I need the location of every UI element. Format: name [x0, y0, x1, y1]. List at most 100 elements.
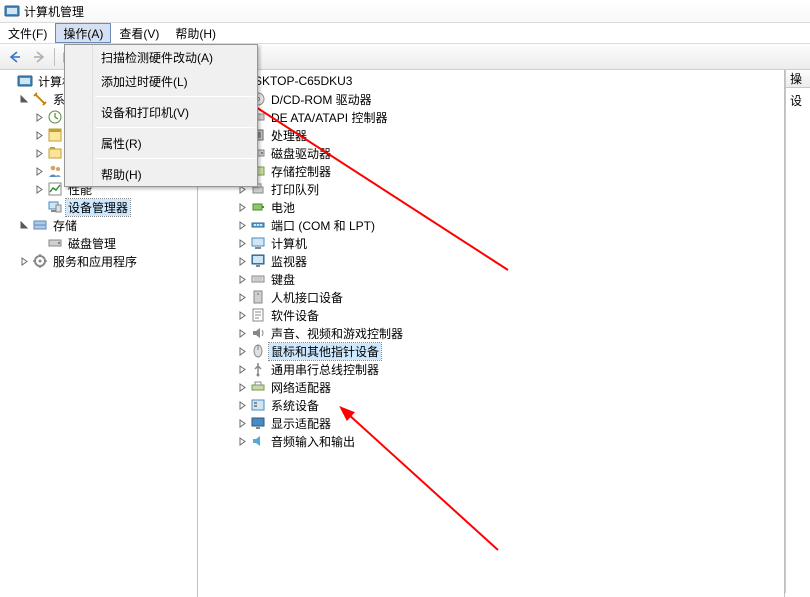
device-label: 声音、视频和游戏控制器 [269, 325, 405, 342]
tree-device-manager[interactable]: 设备管理器 [0, 198, 197, 216]
device-label: DE ATA/ATAPI 控制器 [269, 109, 389, 126]
device-monitors[interactable]: 监视器 [198, 252, 784, 270]
tree-label: 磁盘管理 [66, 235, 118, 252]
menu-view[interactable]: 查看(V) [111, 23, 167, 43]
device-network[interactable]: 网络适配器 [198, 378, 784, 396]
expander-icon[interactable] [235, 239, 250, 248]
device-system[interactable]: 系统设备 [198, 396, 784, 414]
computer-management-icon [17, 73, 33, 89]
expander-icon[interactable] [235, 383, 250, 392]
menu-help[interactable]: 帮助(H) [167, 23, 224, 43]
expander-icon[interactable] [235, 311, 250, 320]
usb-icon [250, 361, 266, 377]
battery-icon [250, 199, 266, 215]
app-icon [4, 3, 20, 19]
tree-services-apps[interactable]: 服务和应用程序 [0, 252, 197, 270]
device-keyboards[interactable]: 键盘 [198, 270, 784, 288]
expander-icon[interactable] [32, 131, 47, 140]
menu-help[interactable]: 帮助(H) [65, 162, 257, 186]
expander-icon[interactable] [235, 437, 250, 446]
device-label: 通用串行总线控制器 [269, 361, 381, 378]
expander-icon[interactable] [32, 113, 47, 122]
device-printQueues[interactable]: 打印队列 [198, 180, 784, 198]
window-title: 计算机管理 [24, 3, 84, 20]
expander-icon[interactable] [235, 347, 250, 356]
back-button[interactable] [4, 47, 26, 67]
expander-icon[interactable] [235, 203, 250, 212]
device-usb[interactable]: 通用串行总线控制器 [198, 360, 784, 378]
device-label: SKTOP-C65DKU3 [252, 74, 354, 88]
device-computers[interactable]: 计算机 [198, 234, 784, 252]
expander-icon[interactable] [235, 401, 250, 410]
expander-icon[interactable] [235, 221, 250, 230]
expander-icon[interactable] [235, 275, 250, 284]
expander-icon[interactable] [235, 293, 250, 302]
device-batteries[interactable]: 电池 [198, 198, 784, 216]
expander-icon[interactable] [17, 257, 32, 266]
toolbar-separator [54, 48, 55, 66]
users-icon [47, 163, 63, 179]
device-label: 打印队列 [269, 181, 321, 198]
device-label: 计算机 [269, 235, 309, 252]
expander-icon[interactable] [17, 95, 32, 104]
event-icon [47, 127, 63, 143]
device-diskDrives[interactable]: 磁盘驱动器 [198, 144, 784, 162]
expander-icon[interactable] [32, 185, 47, 194]
device-ide[interactable]: DE ATA/ATAPI 控制器 [198, 108, 784, 126]
menu-file[interactable]: 文件(F) [0, 23, 55, 43]
network-icon [250, 379, 266, 395]
device-display[interactable]: 显示适配器 [198, 414, 784, 432]
device-label: 网络适配器 [269, 379, 333, 396]
device-storageControllers[interactable]: 存储控制器 [198, 162, 784, 180]
actions-header: 操 [785, 70, 810, 88]
title-bar: 计算机管理 [0, 0, 810, 23]
expander-icon[interactable] [235, 365, 250, 374]
device-hid[interactable]: 人机接口设备 [198, 288, 784, 306]
dropdown-separator [95, 158, 255, 159]
expander-icon[interactable] [32, 149, 47, 158]
device-label: 显示适配器 [269, 415, 333, 432]
device-sound[interactable]: 声音、视频和游戏控制器 [198, 324, 784, 342]
device-processor[interactable]: 处理器 [198, 126, 784, 144]
actions-pane: 操 设 [785, 70, 810, 597]
tree-storage[interactable]: 存储 [0, 216, 197, 234]
menu-scan-hardware[interactable]: 扫描检测硬件改动(A) [65, 45, 257, 69]
menu-action[interactable]: 操作(A) [55, 23, 111, 43]
disk-icon [47, 235, 63, 251]
tools-icon [32, 91, 48, 107]
storage-icon [32, 217, 48, 233]
expander-icon[interactable] [235, 257, 250, 266]
device-label: 鼠标和其他指针设备 [269, 343, 381, 360]
monitor-icon [250, 253, 266, 269]
device-software[interactable]: 软件设备 [198, 306, 784, 324]
audio-icon [250, 433, 266, 449]
performance-icon [47, 181, 63, 197]
device-label: 软件设备 [269, 307, 321, 324]
scheduler-icon [47, 109, 63, 125]
expander-icon[interactable] [235, 419, 250, 428]
device-mice[interactable]: 鼠标和其他指针设备 [198, 342, 784, 360]
device-label: 监视器 [269, 253, 309, 270]
device-dvd[interactable]: D/CD-ROM 驱动器 [198, 90, 784, 108]
device-audioIO[interactable]: 音频输入和输出 [198, 432, 784, 450]
menu-add-legacy-hardware[interactable]: 添加过时硬件(L) [65, 69, 257, 93]
expander-icon[interactable] [32, 167, 47, 176]
menu-bar: 文件(F) 操作(A) 查看(V) 帮助(H) [0, 23, 810, 44]
menu-devices-printers[interactable]: 设备和打印机(V) [65, 100, 257, 124]
menu-properties[interactable]: 属性(R) [65, 131, 257, 155]
sound-icon [250, 325, 266, 341]
mouse-icon [250, 343, 266, 359]
device-computer[interactable]: SKTOP-C65DKU3 [198, 72, 784, 90]
hid-icon [250, 289, 266, 305]
device-label: 人机接口设备 [269, 289, 345, 306]
actions-body[interactable]: 设 [785, 88, 810, 593]
port-icon [250, 217, 266, 233]
forward-button[interactable] [28, 47, 50, 67]
tree-disk-management[interactable]: 磁盘管理 [0, 234, 197, 252]
tree-label: 存储 [51, 217, 79, 234]
expander-icon[interactable] [17, 221, 32, 230]
expander-icon[interactable] [235, 329, 250, 338]
computer-icon [250, 235, 266, 251]
device-label: 键盘 [269, 271, 297, 288]
device-ports[interactable]: 端口 (COM 和 LPT) [198, 216, 784, 234]
